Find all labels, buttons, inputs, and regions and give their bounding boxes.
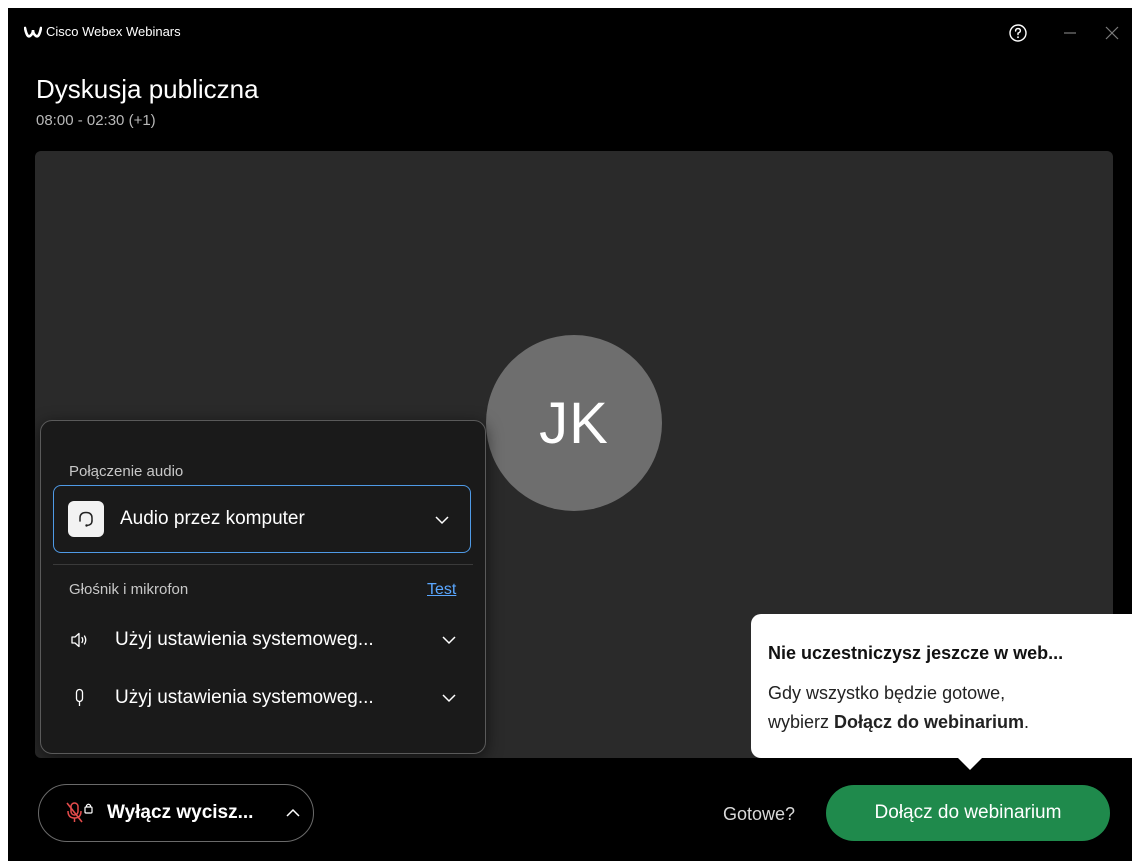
chevron-down-icon xyxy=(442,636,456,645)
divider xyxy=(53,564,473,565)
webex-logo-icon xyxy=(24,26,42,38)
tooltip-text-bold: Dołącz do webinarium xyxy=(834,712,1025,732)
speaker-dropdown[interactable]: Użyj ustawienia systemoweg... xyxy=(69,623,469,657)
microphone-icon xyxy=(75,688,84,706)
ready-label: Gotowe? xyxy=(723,804,796,824)
tooltip-text-suffix: . xyxy=(1024,712,1030,732)
join-webinar-button[interactable]: Dołącz do webinarium xyxy=(826,785,1110,841)
close-icon[interactable] xyxy=(1102,23,1122,43)
microphone-dropdown[interactable]: Użyj ustawienia systemoweg... xyxy=(69,681,469,715)
join-tooltip: Nie uczestniczysz jeszcze w web... Gdy w… xyxy=(751,614,1132,758)
microphone-muted-icon xyxy=(66,802,93,823)
headset-icon xyxy=(68,501,104,537)
tooltip-title: Nie uczestniczysz jeszcze w web... xyxy=(768,643,1064,663)
app-title: Cisco Webex Webinars xyxy=(46,24,181,39)
speaker-value: Użyj ustawienia systemoweg... xyxy=(115,629,374,650)
chevron-down-icon xyxy=(442,694,456,703)
minimize-icon[interactable] xyxy=(1060,23,1080,43)
tooltip-arrow xyxy=(956,756,984,770)
audio-connection-dropdown[interactable]: Audio przez komputer xyxy=(53,485,471,553)
speaker-icon xyxy=(71,632,87,648)
unmute-label: Wyłącz wycisz... xyxy=(107,802,254,823)
tooltip-text-2: wybierz Dołącz do webinarium. xyxy=(768,712,1029,733)
meeting-title: Dyskusja publiczna xyxy=(36,74,259,104)
speaker-mic-label: Głośnik i mikrofon xyxy=(69,581,189,598)
test-audio-link[interactable]: Test xyxy=(427,581,456,599)
title-bar: Cisco Webex Webinars xyxy=(8,8,1132,58)
tooltip-text: Gdy wszystko będzie gotowe, xyxy=(768,683,1006,703)
tooltip-text-prefix: wybierz xyxy=(768,712,835,732)
unmute-button[interactable]: Wyłącz wycisz... xyxy=(38,784,314,842)
microphone-value: Użyj ustawienia systemoweg... xyxy=(115,687,374,708)
meeting-time: 08:00 - 02:30 (+1) xyxy=(36,112,156,129)
audio-connection-panel: Połączenie audio Audio przez komputer Gł… xyxy=(40,420,486,754)
webex-window: Cisco Webex Webinars Dyskusja publiczna … xyxy=(8,8,1132,861)
chevron-up-icon[interactable] xyxy=(285,805,301,821)
help-icon[interactable] xyxy=(1008,23,1028,43)
avatar: JK xyxy=(486,335,662,511)
chevron-down-icon xyxy=(435,516,449,525)
audio-connection-label: Połączenie audio xyxy=(69,463,184,480)
audio-connection-value: Audio przez komputer xyxy=(120,508,305,529)
